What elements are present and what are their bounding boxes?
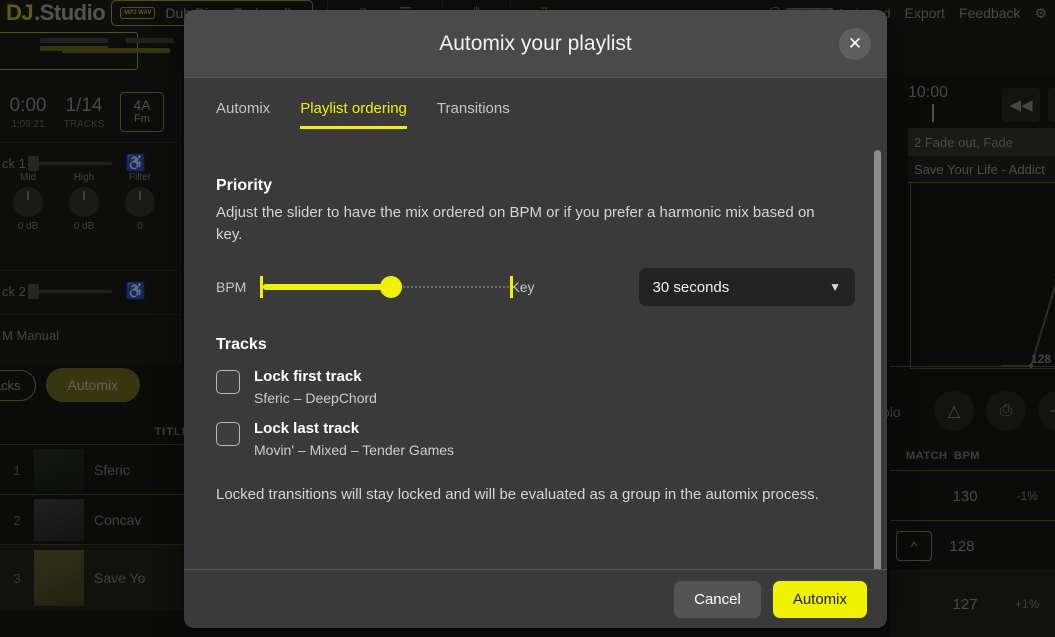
key-label: Key	[510, 279, 534, 295]
close-icon[interactable]: ✕	[839, 28, 871, 60]
locked-transitions-note: Locked transitions will stay locked and …	[216, 484, 836, 506]
priority-heading: Priority	[216, 177, 855, 195]
modal-body: Automix Playlist ordering Transitions Pr…	[184, 78, 887, 569]
slider-knob[interactable]	[380, 276, 402, 298]
modal-header: Automix your playlist ✕	[184, 10, 887, 78]
modal-scrollbar[interactable]	[874, 150, 881, 569]
lock-first-track-label: Lock first track	[254, 368, 377, 385]
priority-row: BPM Key 30 seconds ▼	[216, 268, 855, 306]
bpm-label: BPM	[216, 279, 246, 295]
page-title: Automix your playlist	[439, 32, 632, 56]
slider-cap-right	[510, 276, 513, 298]
lock-last-track-label: Lock last track	[254, 420, 454, 437]
lock-first-track-text: Lock first track Sferic – DeepChord	[254, 368, 377, 406]
app-root: DJ.Studio MP3 WAV Dub Disco Techno (I ⌄ …	[0, 0, 1055, 637]
tab-playlist-ordering[interactable]: Playlist ordering	[300, 100, 407, 129]
lock-last-track-text: Lock last track Movin' – Mixed – Tender …	[254, 420, 454, 458]
modal-tabs: Automix Playlist ordering Transitions	[216, 78, 855, 129]
priority-description: Adjust the slider to have the mix ordere…	[216, 202, 816, 246]
automix-modal: Automix your playlist ✕ Automix Playlist…	[184, 10, 887, 628]
lock-last-track-checkbox[interactable]	[216, 422, 240, 446]
tab-transitions[interactable]: Transitions	[437, 100, 510, 129]
lock-last-track-name: Movin' – Mixed – Tender Games	[254, 442, 454, 458]
modal-footer: Cancel Automix	[184, 569, 887, 628]
chevron-down-icon: ▼	[829, 280, 841, 294]
slider-fill	[263, 284, 391, 290]
duration-select[interactable]: 30 seconds ▼	[639, 268, 855, 306]
automix-confirm-button[interactable]: Automix	[773, 581, 867, 618]
tracks-heading: Tracks	[216, 336, 855, 354]
tab-automix[interactable]: Automix	[216, 100, 270, 129]
lock-first-track-checkbox[interactable]	[216, 370, 240, 394]
lock-first-track-row: Lock first track Sferic – DeepChord	[216, 368, 855, 406]
lock-last-track-row: Lock last track Movin' – Mixed – Tender …	[216, 420, 855, 458]
priority-slider[interactable]	[260, 276, 496, 298]
cancel-button[interactable]: Cancel	[674, 581, 761, 618]
lock-first-track-name: Sferic – DeepChord	[254, 390, 377, 406]
duration-select-value: 30 seconds	[653, 279, 730, 296]
